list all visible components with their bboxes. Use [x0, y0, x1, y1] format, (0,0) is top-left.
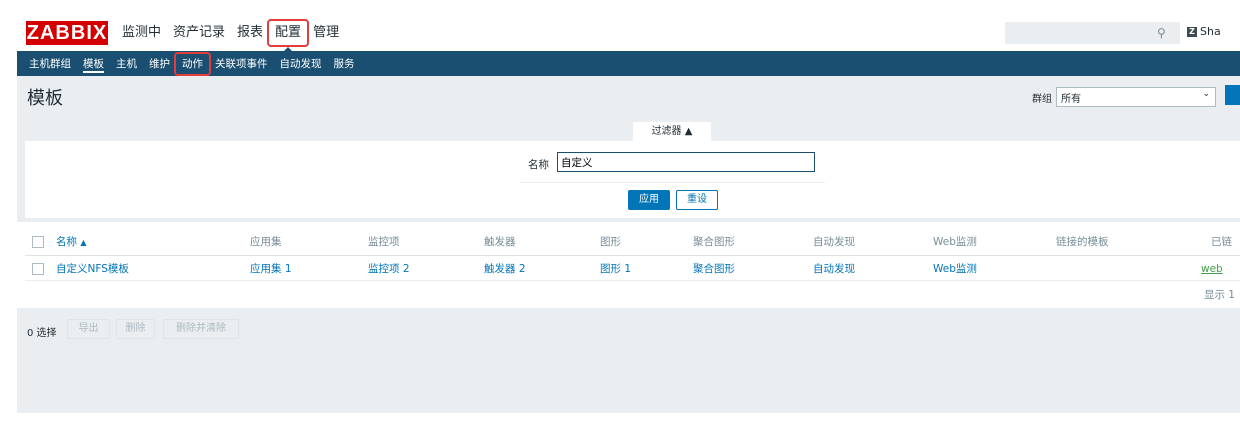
filter-area: 过滤器 ▲ 名称 应用 重设: [17, 112, 1240, 222]
col-screens-header: 聚合图形: [693, 236, 735, 248]
action-bar: 0 选择 导出 删除 删除并清除: [17, 308, 1240, 413]
search-input[interactable]: [1005, 22, 1180, 44]
graphs-link[interactable]: 图形 1: [600, 257, 631, 281]
page-title: 模板: [27, 88, 63, 109]
menu-configuration[interactable]: 配置: [267, 19, 310, 54]
apply-button[interactable]: 应用: [628, 190, 670, 210]
col-linked-to-header: 已链: [1211, 236, 1232, 248]
reset-button[interactable]: 重设: [676, 190, 718, 210]
filter-box: 名称 应用 重设: [25, 141, 1240, 218]
filter-tab[interactable]: 过滤器 ▲: [633, 122, 711, 142]
create-template-button[interactable]: [1225, 85, 1240, 105]
table-footer-count: 显示 1: [1203, 289, 1235, 301]
group-filter: 群组 所有 ⌄: [1032, 87, 1216, 107]
filter-divider: [520, 182, 825, 183]
submenu-maintenance[interactable]: 维护: [143, 54, 176, 74]
search-icon[interactable]: ⚲: [1157, 26, 1171, 40]
col-linked-templates-header: 链接的模板: [1056, 236, 1109, 248]
screens-link[interactable]: 聚合图形: [693, 257, 735, 281]
submenu-correlation[interactable]: 关联项事件: [209, 54, 274, 74]
col-items-header: 监控项: [368, 236, 400, 248]
linked-to-link[interactable]: web: [1201, 257, 1240, 281]
export-button[interactable]: 导出: [67, 319, 110, 339]
share-label: Sha: [1200, 25, 1221, 38]
submenu-hosts[interactable]: 主机: [110, 54, 143, 74]
submenu-templates[interactable]: 模板: [77, 54, 110, 74]
col-applications-header: 应用集: [250, 236, 282, 248]
zabbix-logo[interactable]: ZABBIX: [26, 21, 108, 45]
share-icon: Z: [1187, 26, 1197, 37]
select-all-checkbox[interactable]: [32, 236, 44, 248]
submenu-host-groups[interactable]: 主机群组: [23, 54, 77, 74]
top-header: ZABBIX 监测中 资产记录 报表 配置 管理 ⚲ Z Sha: [0, 0, 1240, 54]
share-link[interactable]: Z Sha: [1187, 25, 1221, 38]
col-name-header[interactable]: 名称 ▲: [56, 228, 87, 257]
menu-administration[interactable]: 管理: [307, 21, 345, 45]
menu-reports[interactable]: 报表: [231, 21, 269, 45]
delete-button[interactable]: 删除: [116, 319, 155, 339]
filter-name-input[interactable]: [557, 152, 815, 172]
applications-link[interactable]: 应用集 1: [250, 257, 292, 281]
chevron-down-icon: ⌄: [1202, 89, 1210, 99]
templates-table: 名称 ▲ 应用集 监控项 触发器 图形 聚合图形 自动发现 Web监测 链接的模…: [25, 228, 1240, 308]
table-footer: 显示 1: [25, 282, 1240, 308]
group-label: 群组: [1032, 93, 1052, 105]
col-triggers-header: 触发器: [484, 236, 516, 248]
submenu-discovery[interactable]: 自动发现: [274, 54, 328, 74]
menu-inventory[interactable]: 资产记录: [167, 21, 231, 45]
delete-and-clear-button[interactable]: 删除并清除: [163, 319, 239, 339]
row-checkbox[interactable]: [32, 263, 44, 275]
page-header: 模板 群组 所有 ⌄: [17, 76, 1240, 112]
table-header: 名称 ▲ 应用集 监控项 触发器 图形 聚合图形 自动发现 Web监测 链接的模…: [25, 228, 1240, 256]
sub-menu: 主机群组 模板 主机 维护 动作 关联项事件 自动发现 服务: [17, 51, 1240, 76]
triggers-link[interactable]: 触发器 2: [484, 257, 526, 281]
sort-asc-icon: ▲: [80, 238, 87, 247]
col-web-header: Web监测: [933, 236, 977, 248]
submenu-services[interactable]: 服务: [328, 54, 361, 74]
col-discovery-header: 自动发现: [813, 236, 855, 248]
template-name-link[interactable]: 自定义NFS模板: [56, 257, 129, 281]
discovery-link[interactable]: 自动发现: [813, 257, 855, 281]
submenu-actions[interactable]: 动作: [174, 51, 211, 76]
col-name-label: 名称: [56, 236, 77, 248]
group-select[interactable]: 所有 ⌄: [1056, 87, 1216, 107]
group-select-value: 所有: [1061, 94, 1081, 105]
selected-count: 0 选择: [27, 328, 57, 339]
main-menu: 监测中 资产记录 报表 配置 管理: [116, 19, 345, 54]
filter-name-label: 名称: [528, 159, 549, 171]
col-graphs-header: 图形: [600, 236, 621, 248]
items-link[interactable]: 监控项 2: [368, 257, 410, 281]
menu-monitoring[interactable]: 监测中: [116, 21, 167, 45]
web-link[interactable]: Web监测: [933, 257, 977, 281]
menu-configuration-label: 配置: [275, 25, 302, 40]
table-row: 自定义NFS模板 应用集 1 监控项 2 触发器 2 图形 1 聚合图形 自动发…: [25, 257, 1240, 281]
